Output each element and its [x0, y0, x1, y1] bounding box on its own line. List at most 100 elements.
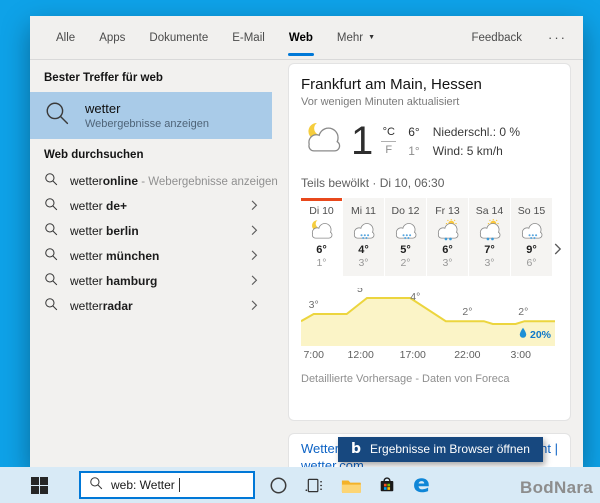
tab-dokumente[interactable]: Dokumente [137, 16, 220, 59]
day-low: 3° [469, 257, 510, 269]
forecast-scroll-chevron-icon[interactable] [554, 242, 562, 260]
chart-tick-label: 17:00 [400, 349, 426, 361]
tab-web[interactable]: Web [277, 16, 325, 59]
search-tab-bar: AlleAppsDokumenteE-MailWebMehr▼ Feedback… [30, 16, 583, 60]
suggestion-row[interactable]: wetterradar [30, 293, 272, 318]
today-low: 1° [408, 144, 419, 158]
best-match-item[interactable]: wetter Webergebnisse anzeigen [30, 92, 272, 139]
task-view-icon [305, 477, 324, 494]
bing-icon: b [351, 442, 361, 456]
more-options-icon[interactable]: ··· [548, 30, 567, 45]
forecast-day-row: Di 10 6°1°Mi 11 4°3°Do 12 5°2°Fr 13 6°3°… [301, 198, 558, 276]
cortana-button[interactable] [269, 476, 288, 495]
day-label: Fr 13 [427, 205, 468, 217]
forecast-day[interactable]: So 15 9°6° [511, 198, 552, 276]
chevron-right-icon[interactable] [251, 200, 258, 211]
tab-e-mail[interactable]: E-Mail [220, 16, 277, 59]
day-label: Mi 11 [343, 205, 384, 217]
search-icon [44, 222, 58, 239]
chevron-right-icon[interactable] [251, 275, 258, 286]
day-high: 7° [469, 244, 510, 256]
condition-line: Teils bewölkt · Di 10, 06:30 [301, 176, 558, 190]
chevron-right-icon[interactable] [251, 250, 258, 261]
day-high: 6° [301, 244, 342, 256]
droplet-icon [519, 327, 527, 342]
forecast-attribution[interactable]: Detaillierte Vorhersage - Daten von Fore… [301, 373, 558, 385]
chart-tick-label: 7:00 [303, 349, 323, 361]
hourly-temperature-chart: 3°5°4°2°2° 7:0012:0017:0022:003:00 20% [301, 288, 555, 361]
unit-divider [381, 141, 396, 142]
watermark: BodNara [520, 478, 593, 498]
svg-text:2°: 2° [518, 306, 528, 318]
windows-search-flyout: AlleAppsDokumenteE-MailWebMehr▼ Feedback… [30, 16, 583, 467]
day-weather-icon [469, 219, 510, 244]
open-in-browser-label: Ergebnisse im Browser öffnen [370, 442, 530, 456]
forecast-day[interactable]: Do 12 5°2° [385, 198, 426, 276]
day-low: 6° [511, 257, 552, 269]
suggestion-text: wetter de+ [70, 199, 127, 213]
hourly-chart-svg: 3° 5° 4° 2° 2° [301, 288, 555, 346]
suggestion-text: wetter berlin [70, 224, 139, 238]
suggestion-row[interactable]: wetter hamburg [30, 268, 272, 293]
day-label: Di 10 [301, 205, 342, 217]
unit-fahrenheit-toggle[interactable]: F [385, 144, 392, 156]
tab-mehr[interactable]: Mehr▼ [325, 16, 387, 59]
forecast-day[interactable]: Fr 13 6°3° [427, 198, 468, 276]
search-results-panel: Bester Treffer für web wetter Webergebni… [30, 60, 272, 467]
day-label: Sa 14 [469, 205, 510, 217]
best-match-header: Bester Treffer für web [30, 62, 272, 91]
suggestion-row[interactable]: wetter berlin [30, 218, 272, 243]
microsoft-store-button[interactable] [378, 476, 396, 494]
suggestion-row[interactable]: wetter de+ [30, 193, 272, 218]
chevron-right-icon[interactable] [251, 225, 258, 236]
start-button[interactable] [31, 477, 48, 494]
feedback-link[interactable]: Feedback [471, 32, 522, 44]
day-high: 4° [343, 244, 384, 256]
day-weather-icon [343, 219, 384, 244]
cortana-icon [269, 476, 288, 495]
day-label: So 15 [511, 205, 552, 217]
svg-text:2°: 2° [462, 306, 472, 318]
chart-precip-value: 20% [530, 329, 551, 341]
current-temperature: 1 [351, 122, 372, 160]
search-icon [89, 476, 103, 495]
suggestion-list: wetteronline - Webergebnisse anzeigen wet… [30, 168, 272, 318]
svg-text:5°: 5° [357, 288, 367, 295]
web-search-header: Web durchsuchen [30, 139, 272, 168]
suggestion-text: wetter hamburg [70, 274, 157, 288]
open-in-browser-button[interactable]: b Ergebnisse im Browser öffnen [338, 437, 543, 462]
forecast-day[interactable]: Sa 14 7°3° [469, 198, 510, 276]
forecast-day[interactable]: Di 10 6°1° [301, 198, 342, 276]
best-match-subtitle: Webergebnisse anzeigen [85, 118, 209, 130]
day-high: 5° [385, 244, 426, 256]
search-icon [44, 247, 58, 264]
weather-updated: Vor wenigen Minuten aktualisiert [301, 96, 558, 108]
svg-text:3°: 3° [309, 299, 319, 311]
taskbar-search-input[interactable]: web: Wetter [79, 471, 255, 499]
day-high: 6° [427, 244, 468, 256]
search-icon [44, 297, 58, 314]
svg-text:4°: 4° [410, 291, 420, 303]
chart-tick-label: 12:00 [348, 349, 374, 361]
search-icon [44, 272, 58, 289]
edge-button[interactable]: e [413, 474, 430, 496]
unit-celsius-toggle[interactable]: °C [383, 126, 395, 138]
day-weather-icon [385, 219, 426, 244]
suggestion-text: wetterradar [70, 299, 133, 313]
day-weather-icon [301, 219, 342, 244]
suggestion-row[interactable]: wetteronline - Webergebnisse anzeigen [30, 168, 272, 193]
forecast-day[interactable]: Mi 11 4°3° [343, 198, 384, 276]
task-view-button[interactable] [305, 477, 324, 494]
tab-alle[interactable]: Alle [44, 16, 87, 59]
suggestion-row[interactable]: wetter münchen [30, 243, 272, 268]
day-high: 9° [511, 244, 552, 256]
tab-apps[interactable]: Apps [87, 16, 137, 59]
weather-panel: Frankfurt am Main, Hessen Vor wenigen Mi… [272, 60, 583, 467]
chevron-right-icon[interactable] [251, 300, 258, 311]
day-low: 3° [343, 257, 384, 269]
best-match-title: wetter [85, 101, 209, 116]
taskbar-search-value: web: Wetter [111, 478, 175, 492]
wind-stat: Wind: 5 km/h [433, 144, 520, 158]
day-weather-icon [511, 219, 552, 244]
file-explorer-button[interactable] [341, 477, 361, 494]
